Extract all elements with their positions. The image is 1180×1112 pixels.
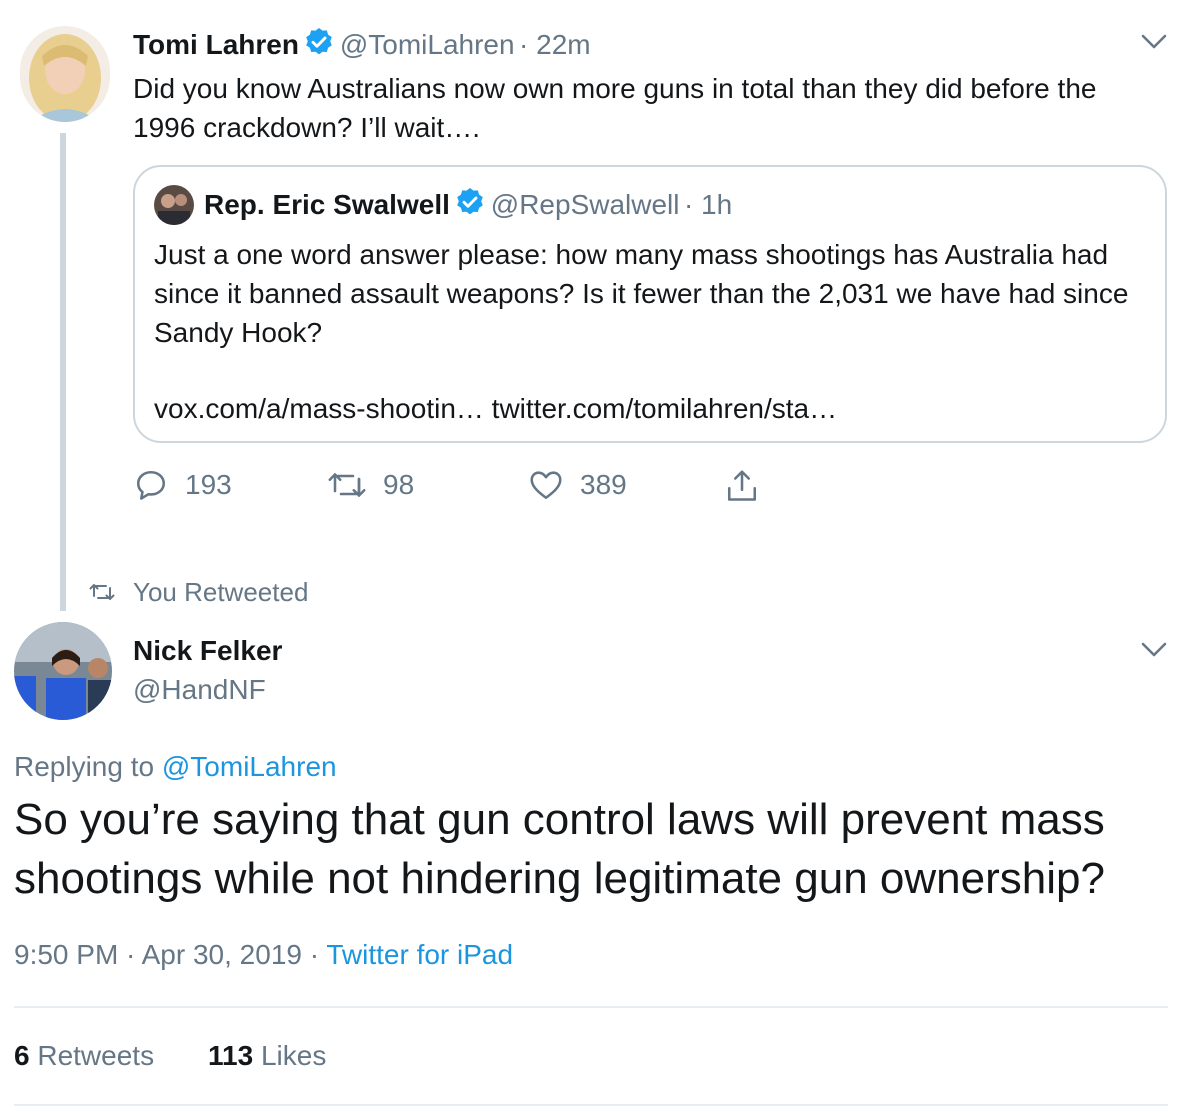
like-count: 389 <box>580 469 627 500</box>
author-name[interactable]: Tomi Lahren <box>133 29 299 60</box>
avatar-nick-felker[interactable] <box>14 622 112 720</box>
thread-connector-line <box>60 133 66 611</box>
main-tweet-text: So you’re saying that gun control laws w… <box>14 795 1105 903</box>
retweets-label: Retweets <box>37 1040 155 1071</box>
avatar-eric-swalwell[interactable] <box>154 185 194 225</box>
chevron-down-icon[interactable] <box>1140 32 1168 57</box>
main-author-name[interactable]: Nick Felker <box>133 635 282 667</box>
replying-to-handle[interactable]: @TomiLahren <box>162 751 337 782</box>
reply-action[interactable]: 193 <box>133 467 232 503</box>
main-author-handle[interactable]: @HandNF <box>133 674 266 706</box>
verified-badge-icon <box>303 26 335 63</box>
quoted-tweet-header: Rep. Eric Swalwell @RepSwalwell · 1h <box>204 186 732 223</box>
tweet-timestamp[interactable]: 9:50 PM · Apr 30, 2019 · <box>14 939 326 970</box>
verified-badge-icon <box>454 186 486 223</box>
tweet-meta: 9:50 PM · Apr 30, 2019 · Twitter for iPa… <box>14 939 513 971</box>
likes-stat[interactable]: 113 Likes <box>208 1040 326 1072</box>
retweets-stat[interactable]: 6 Retweets <box>14 1040 154 1072</box>
reply-icon <box>136 470 166 500</box>
tweet-source[interactable]: Twitter for iPad <box>326 939 513 970</box>
retweet-icon <box>328 473 366 497</box>
author-handle[interactable]: @TomiLahren <box>340 29 515 60</box>
likes-label: Likes <box>260 1040 327 1071</box>
like-action[interactable]: 389 <box>528 467 627 503</box>
retweet-icon <box>88 580 116 609</box>
retweet-count: 98 <box>383 469 415 500</box>
divider <box>14 1104 1168 1106</box>
parent-tweet-text: Did you know Australians now own more gu… <box>133 73 1097 143</box>
quoted-tweet-links[interactable]: vox.com/a/mass-shootin… twitter.com/tomi… <box>154 389 1154 428</box>
reply-count: 193 <box>185 469 232 500</box>
quoted-author-handle[interactable]: @RepSwalwell <box>491 189 680 220</box>
retweet-action[interactable]: 98 <box>327 467 414 503</box>
replying-to-line: Replying to @TomiLahren <box>14 751 337 783</box>
you-retweeted-label: You Retweeted <box>133 577 309 607</box>
chevron-down-icon[interactable] <box>1140 640 1168 665</box>
avatar-tomi-lahren[interactable] <box>20 26 110 122</box>
quoted-author-name[interactable]: Rep. Eric Swalwell <box>204 189 450 220</box>
retweet-total: 6 <box>14 1040 30 1071</box>
quoted-tweet-text: Just a one word answer please: how many … <box>154 239 1129 348</box>
divider <box>14 1006 1168 1008</box>
tweet-time[interactable]: · 22m <box>519 29 591 60</box>
replying-to-prefix: Replying to <box>14 751 155 782</box>
share-icon[interactable] <box>724 467 760 510</box>
like-icon <box>530 471 562 500</box>
like-total: 113 <box>208 1040 254 1071</box>
quoted-tweet-time[interactable]: · 1h <box>684 189 732 220</box>
parent-tweet-header: Tomi Lahren @TomiLahren · 22m <box>133 26 591 63</box>
